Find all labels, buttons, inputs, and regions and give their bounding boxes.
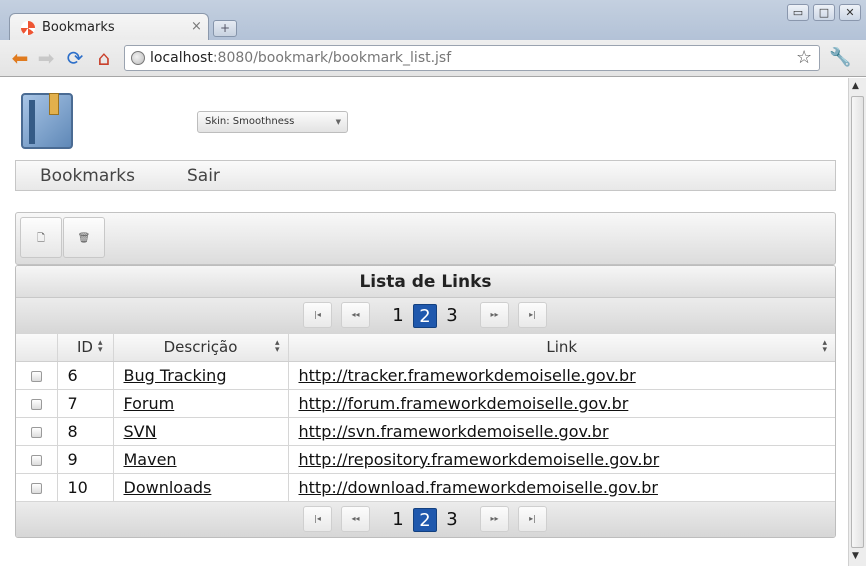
globe-icon [131,51,145,65]
panel-title: Lista de Links [16,266,835,298]
page-2-button[interactable]: 2 [413,304,437,328]
url-link[interactable]: http://svn.frameworkdemoiselle.gov.br [299,422,609,441]
back-icon[interactable]: ⬅ [9,47,31,69]
minimize-button[interactable]: ▭ [787,4,809,21]
url-link[interactable]: http://download.frameworkdemoiselle.gov.… [299,478,658,497]
row-checkbox[interactable] [30,482,42,494]
column-header-id[interactable]: ID ▴ ▾ [57,334,114,362]
page-3-button[interactable]: 3 [440,304,464,328]
descricao-link[interactable]: Maven [124,450,177,469]
page-viewport: Skin: Smoothness ▼ Bookmarks Sair 🗋 🗑 Li… [0,78,848,566]
cell-id: 9 [57,445,114,474]
forward-icon[interactable]: ➡ [35,47,57,69]
cell-id: 6 [57,361,114,390]
home-icon[interactable]: ⌂ [93,47,115,69]
cell-id: 10 [57,473,114,502]
links-table: ID ▴ ▾ Descrição ▴ ▾ Link ▴ ▾ 6 Bug Tracking h… [16,334,835,502]
select-column-header [16,334,58,362]
column-header-link[interactable]: Link ▴ ▾ [288,334,835,362]
url-link[interactable]: http://repository.frameworkdemoiselle.go… [299,450,660,469]
descricao-link[interactable]: Downloads [124,478,212,497]
pager-bottom: |◂ ◂◂ 1 2 3 ▸▸ ▸| [16,502,835,537]
wrench-icon[interactable]: 🔧 [829,47,851,69]
descricao-link[interactable]: SVN [124,422,157,441]
loading-icon [21,21,35,35]
descricao-link[interactable]: Bug Tracking [124,366,227,385]
address-bar[interactable]: localhost:8080/bookmark/bookmark_list.js… [124,45,820,71]
browser-toolbar: ⬅ ➡ ⟳ ⌂ localhost:8080/bookmark/bookmark… [0,40,866,77]
reload-icon[interactable]: ⟳ [64,47,86,69]
row-checkbox[interactable] [30,454,42,466]
table-row: 7 Forum http://forum.frameworkdemoiselle… [16,389,835,418]
pager-top: |◂ ◂◂ 1 2 3 ▸▸ ▸| [16,298,835,334]
descricao-link[interactable]: Forum [124,394,175,413]
tab-close-icon[interactable]: × [191,19,202,34]
action-toolbar: 🗋 🗑 [15,212,836,265]
links-panel: Lista de Links |◂ ◂◂ 1 2 3 ▸▸ ▸| ID ▴ ▾ De… [15,265,836,538]
menu-item-bookmarks[interactable]: Bookmarks [40,166,135,186]
sort-icon: ▴ ▾ [274,338,280,355]
last-page-button[interactable]: ▸| [518,506,547,532]
prev-page-button[interactable]: ◂◂ [341,506,370,532]
first-page-button[interactable]: |◂ [303,302,332,328]
last-page-button[interactable]: ▸| [518,302,547,328]
row-checkbox[interactable] [30,426,42,438]
close-window-button[interactable]: ✕ [839,4,861,21]
sort-icon: ▴ ▾ [97,338,103,355]
table-row: 8 SVN http://svn.frameworkdemoiselle.gov… [16,417,835,446]
table-row: 10 Downloads http://download.frameworkde… [16,473,835,502]
table-row: 9 Maven http://repository.frameworkdemoi… [16,445,835,474]
delete-button[interactable]: 🗑 [63,217,105,258]
cell-id: 7 [57,389,114,418]
page-1-button[interactable]: 1 [386,508,410,532]
prev-page-button[interactable]: ◂◂ [341,302,370,328]
sort-icon: ▴ ▾ [822,338,827,355]
maximize-button[interactable]: □ [813,4,835,21]
main-menubar: Bookmarks Sair [15,160,836,191]
url-link[interactable]: http://forum.frameworkdemoiselle.gov.br [299,394,629,413]
row-checkbox[interactable] [30,398,42,410]
browser-tab[interactable]: Bookmarks × [9,13,209,41]
table-header-row: ID ▴ ▾ Descrição ▴ ▾ Link ▴ ▾ [16,334,835,362]
new-document-button[interactable]: 🗋 [20,217,62,258]
scrollbar-thumb[interactable] [851,96,864,548]
url-link[interactable]: http://tracker.frameworkdemoiselle.gov.b… [299,366,636,385]
next-page-button[interactable]: ▸▸ [480,302,509,328]
tab-title: Bookmarks [42,20,115,35]
scroll-up-icon[interactable]: ▲ [852,81,859,91]
url-text: localhost:8080/bookmark/bookmark_list.js… [150,50,452,66]
app-logo [21,93,73,149]
vertical-scrollbar[interactable]: ▲ ▼ [848,78,866,566]
next-page-button[interactable]: ▸▸ [480,506,509,532]
page-3-button[interactable]: 3 [440,508,464,532]
browser-titlebar: Bookmarks × + ▭ □ ✕ [0,0,866,41]
new-tab-button[interactable]: + [213,20,237,37]
table-row: 6 Bug Tracking http://tracker.frameworkd… [16,361,835,390]
scroll-down-icon[interactable]: ▼ [852,551,859,561]
page-2-button[interactable]: 2 [413,508,437,532]
first-page-button[interactable]: |◂ [303,506,332,532]
cell-id: 8 [57,417,114,446]
skin-select[interactable]: Skin: Smoothness ▼ [197,111,348,133]
column-header-descricao[interactable]: Descrição ▴ ▾ [113,334,289,362]
page-1-button[interactable]: 1 [386,304,410,328]
bookmark-star-icon[interactable]: ☆ [796,47,812,68]
menu-item-sair[interactable]: Sair [187,166,220,186]
chevron-down-icon: ▼ [335,118,341,126]
row-checkbox[interactable] [30,370,42,382]
